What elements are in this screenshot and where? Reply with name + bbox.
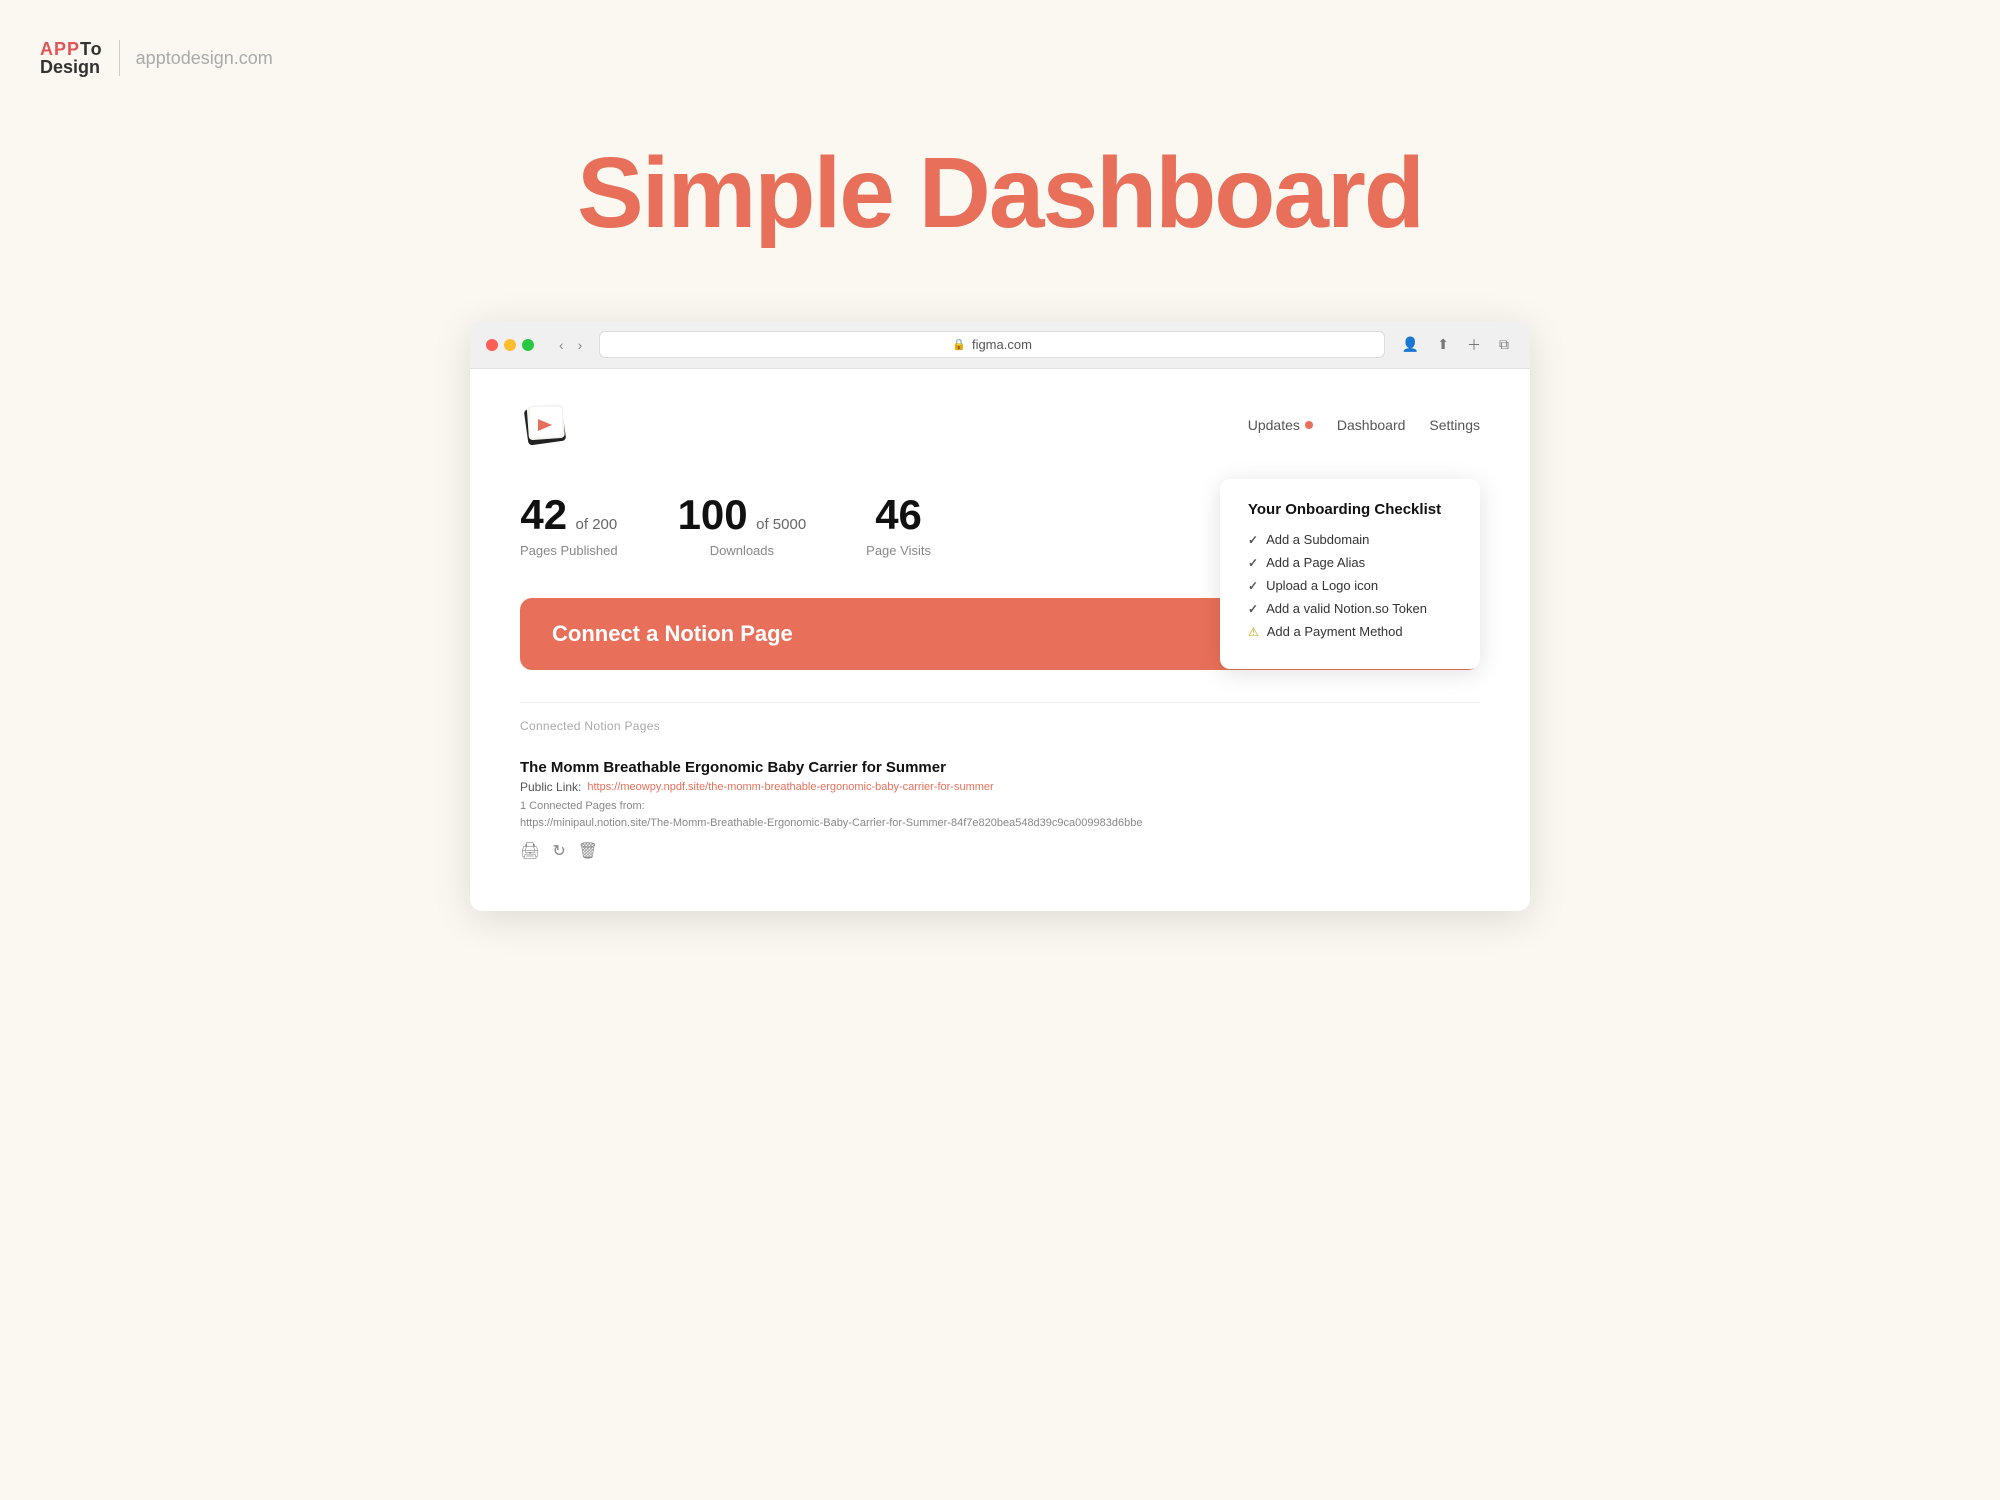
checklist-title: Your Onboarding Checklist bbox=[1248, 501, 1452, 518]
top-bar: APPTo Design apptodesign.com bbox=[40, 40, 1960, 76]
app-content: Updates Dashboard Settings 42 of 200 Pag… bbox=[470, 369, 1530, 911]
maximize-dot[interactable] bbox=[522, 339, 534, 351]
check-icon-1: ✓ bbox=[1248, 533, 1258, 547]
browser-traffic-lights bbox=[486, 339, 534, 351]
updates-label: Updates bbox=[1248, 417, 1300, 433]
checklist-item-2: ✓ Add a Page Alias bbox=[1248, 555, 1452, 570]
public-link-label: Public Link: bbox=[520, 780, 581, 794]
page-card-actions: 🖨 ↻ 🗑 bbox=[520, 841, 1480, 861]
new-tab-button[interactable]: ＋ bbox=[1462, 333, 1486, 357]
page-card-link-row: Public Link: https://meowpy.npdf.site/th… bbox=[520, 780, 1480, 794]
forward-button[interactable]: › bbox=[573, 335, 588, 355]
checklist-item-4: ✓ Add a valid Notion.so Token bbox=[1248, 601, 1452, 616]
checklist-text-2: Add a Page Alias bbox=[1266, 555, 1365, 570]
nav-links: Updates Dashboard Settings bbox=[1248, 417, 1480, 433]
app-logo bbox=[520, 399, 572, 451]
checklist-text-1: Add a Subdomain bbox=[1266, 532, 1369, 547]
back-button[interactable]: ‹ bbox=[554, 335, 569, 355]
site-url: apptodesign.com bbox=[136, 48, 273, 69]
stat-page-visits: 46 Page Visits bbox=[866, 491, 931, 558]
share-button[interactable]: ⬆ bbox=[1432, 333, 1454, 357]
address-text: figma.com bbox=[972, 337, 1032, 352]
nav-settings[interactable]: Settings bbox=[1429, 417, 1480, 433]
connected-page-card: The Momm Breathable Ergonomic Baby Carri… bbox=[520, 749, 1480, 871]
profile-button[interactable]: 👤 bbox=[1397, 333, 1424, 357]
check-icon-3: ✓ bbox=[1248, 579, 1258, 593]
page-title: Simple Dashboard bbox=[40, 136, 1960, 251]
stat-label-visits: Page Visits bbox=[866, 543, 931, 558]
stat-pages-published: 42 of 200 Pages Published bbox=[520, 491, 618, 558]
updates-notification-dot bbox=[1305, 421, 1313, 429]
browser-window: ‹ › 🔒 figma.com 👤 ⬆ ＋ ⧉ bbox=[470, 321, 1530, 911]
checklist-text-4: Add a valid Notion.so Token bbox=[1266, 601, 1427, 616]
nav-updates[interactable]: Updates bbox=[1248, 417, 1313, 433]
checklist-item-1: ✓ Add a Subdomain bbox=[1248, 532, 1452, 547]
stat-of-downloads: of 5000 bbox=[756, 516, 806, 533]
logo-design: Design bbox=[40, 58, 103, 76]
page-title-section: Simple Dashboard bbox=[40, 136, 1960, 251]
public-link-url[interactable]: https://meowpy.npdf.site/the-momm-breath… bbox=[587, 781, 993, 793]
checklist-card: Your Onboarding Checklist ✓ Add a Subdom… bbox=[1220, 479, 1480, 669]
stat-of-pages: of 200 bbox=[576, 516, 618, 533]
close-dot[interactable] bbox=[486, 339, 498, 351]
browser-actions: 👤 ⬆ ＋ ⧉ bbox=[1397, 333, 1514, 357]
connected-section: Connected Notion Pages The Momm Breathab… bbox=[520, 702, 1480, 871]
minimize-dot[interactable] bbox=[504, 339, 516, 351]
delete-button[interactable]: 🗑 bbox=[578, 841, 598, 861]
stat-downloads: 100 of 5000 Downloads bbox=[678, 491, 807, 558]
browser-nav: ‹ › bbox=[554, 335, 587, 355]
stat-number-downloads: 100 bbox=[678, 491, 748, 538]
connected-label: Connected Notion Pages bbox=[520, 719, 1480, 733]
check-icon-2: ✓ bbox=[1248, 556, 1258, 570]
logo-divider bbox=[119, 40, 120, 76]
print-button[interactable]: 🖨 bbox=[520, 841, 540, 861]
check-icon-4: ✓ bbox=[1248, 602, 1258, 616]
checklist-item-5: ⚠ Add a Payment Method bbox=[1248, 624, 1452, 639]
nav-dashboard[interactable]: Dashboard bbox=[1337, 417, 1406, 433]
stat-number-visits: 46 bbox=[875, 491, 922, 538]
stat-number-pages: 42 bbox=[520, 491, 567, 538]
checklist-text-5: Add a Payment Method bbox=[1267, 624, 1403, 639]
logo-block: APPTo Design bbox=[40, 40, 103, 76]
stat-label-pages: Pages Published bbox=[520, 543, 618, 558]
checklist-text-3: Upload a Logo icon bbox=[1266, 578, 1378, 593]
address-bar[interactable]: 🔒 figma.com bbox=[599, 331, 1384, 358]
logo-app: APPTo bbox=[40, 40, 103, 58]
logo-icon bbox=[520, 399, 572, 451]
cta-label: Connect a Notion Page bbox=[552, 621, 793, 647]
lock-icon: 🔒 bbox=[952, 338, 966, 351]
stat-label-downloads: Downloads bbox=[678, 543, 807, 558]
page-card-title: The Momm Breathable Ergonomic Baby Carri… bbox=[520, 759, 1480, 776]
connected-from: 1 Connected Pages from: https://minipaul… bbox=[520, 798, 1480, 831]
refresh-button[interactable]: ↻ bbox=[552, 841, 565, 861]
warning-icon-5: ⚠ bbox=[1248, 625, 1259, 639]
tab-overview-button[interactable]: ⧉ bbox=[1494, 333, 1514, 357]
app-nav: Updates Dashboard Settings bbox=[520, 399, 1480, 451]
browser-toolbar: ‹ › 🔒 figma.com 👤 ⬆ ＋ ⧉ bbox=[470, 321, 1530, 369]
checklist-item-3: ✓ Upload a Logo icon bbox=[1248, 578, 1452, 593]
